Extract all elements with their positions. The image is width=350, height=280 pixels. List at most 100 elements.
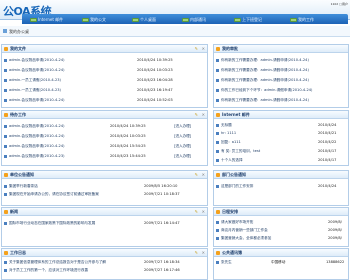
list-item[interactable]: 集团举行新春茶话 2009/8/5 16:20:10 <box>4 183 177 189</box>
bullet-icon <box>216 78 219 82</box>
bullet-icon <box>4 260 7 264</box>
panel-header: 单位公告通知 ✎ ✕ <box>2 171 207 179</box>
panel-schedule: 日程安排 请大家做好市场开拓 2009/8/ 商议月内营销一些部门工作会 2009/… <box>213 207 349 247</box>
home-icon <box>3 29 7 33</box>
list-item[interactable]: 回复：a111 2010/4/22 <box>216 139 336 145</box>
panel-title: 待办工作 <box>10 112 26 117</box>
bullet-icon <box>4 78 7 82</box>
panel-title: 我的文件 <box>10 46 26 51</box>
panel-title: 新闻 <box>10 209 18 214</box>
handle-link[interactable]: [进入办理] <box>174 134 191 139</box>
list-item[interactable]: admin-会议物品申请(2010-4-23) 2010/4/23 15:44:2… <box>4 153 191 159</box>
panel-title: Internet 邮件 <box>222 112 250 117</box>
list-item[interactable]: 你的工作已经到下个环节：admin-请假申请(2010-4-24) <box>216 87 349 93</box>
panel-my-files: 我的文件 ✎ ✕ admin-会议物品申请(2010-4-24) 2010/4/24 … <box>1 44 208 108</box>
nav-personal-desk[interactable]: 个人桌面 <box>132 17 156 22</box>
edit-icon[interactable]: ✎ <box>195 112 198 117</box>
panel-title: 工作日志 <box>10 250 26 255</box>
edit-icon[interactable]: ✎ <box>195 250 198 255</box>
bullet-icon <box>4 58 7 62</box>
list-item[interactable]: admin-会议物品申请(2010-4-24) 2010/4/24 10:52:0… <box>4 97 173 103</box>
list-item[interactable]: admin-会议物品申请(2010-4-24) 2010/4/24 10:39:2… <box>4 57 173 63</box>
breadcrumb: 我的办公桌 <box>9 29 29 34</box>
list-item[interactable]: hr: 1111 2010/4/21 <box>216 130 336 136</box>
list-item[interactable]: 关于集团信息管理体系的工作总结报告对于是否公开参与了解 2009/7/27 16:… <box>4 259 180 265</box>
list-item[interactable]: 你有新的工作需要办理：admin-请假申请(2010-4-24) <box>216 57 349 63</box>
nav-internal-comm[interactable]: 内部通讯 <box>182 17 206 22</box>
main-nav: Internet 邮件 我的公文 个人桌面 内部通讯 上下班登记 我的工作 <box>22 14 348 24</box>
nav-my-work[interactable]: 我的工作 <box>290 17 314 22</box>
bullet-icon <box>4 124 7 128</box>
close-icon[interactable]: ✕ <box>202 209 205 214</box>
panel-icon <box>4 251 8 255</box>
nav-attendance[interactable]: 上下班登记 <box>234 17 262 22</box>
bullet-icon <box>216 149 219 153</box>
bullet-icon <box>4 144 7 148</box>
bullet-icon <box>216 123 219 127</box>
panel-header: 公共通讯簿 <box>214 249 348 257</box>
handle-link[interactable]: [进入办理] <box>174 144 191 149</box>
list-item[interactable]: 集团营销大会，全体都必须参加 2009/8/ <box>216 235 342 241</box>
panel-header: 新闻 ✎ ✕ <box>2 208 207 216</box>
list-item[interactable]: 你有新的工作需要办理：admin-请假申请(2010-4-24) <box>216 77 349 83</box>
handle-link[interactable]: [进入办理] <box>174 154 191 159</box>
panel-title: 公共通讯簿 <box>222 250 242 255</box>
list-item[interactable]: 你有新的工作需要办理：admin-请假申请(2010-4-24) <box>216 67 349 73</box>
handle-link[interactable]: [进入办理] <box>174 124 191 129</box>
bullet-icon <box>216 88 219 92</box>
list-item[interactable]: admin-会议物品申请(2010-4-24) 2010/4/24 10:03:2… <box>4 133 191 139</box>
close-icon[interactable]: ✕ <box>202 250 205 255</box>
panel-my-approvals: 我的审批 你有新的工作需要办理：admin-请假申请(2010-4-24) 你有… <box>213 44 349 108</box>
list-item[interactable]: admin-会议物品申请(2010-4-24) 2010/4/24 15:54:2… <box>4 143 191 149</box>
user-info: 1102 □用户 <box>330 2 348 6</box>
nav-my-documents[interactable]: 我的公文 <box>82 17 106 22</box>
bullet-icon <box>4 192 7 196</box>
panel-icon <box>216 251 220 255</box>
edit-icon[interactable]: ✎ <box>195 46 198 51</box>
bullet-icon <box>4 98 7 102</box>
list-item[interactable]: admin-会议物品申请(2010-4-24) 2010/4/24 10:03:2… <box>4 67 173 73</box>
list-item[interactable]: admin-一员工请假(2010-4-23) 2010/4/23 16:19:47 <box>4 87 173 93</box>
breadcrumb-bar: 我的办公桌 <box>0 26 350 37</box>
nav-internet-mail[interactable]: Internet 邮件 <box>30 17 63 22</box>
panel-internet-mail: Internet 邮件 无标题 2010/4/24 hr: 1111 2010/4/… <box>213 110 349 166</box>
panel-icon <box>4 47 8 51</box>
panel-icon <box>4 173 8 177</box>
close-icon[interactable]: ✕ <box>202 112 205 117</box>
mail-icon <box>30 17 37 22</box>
panel-header: 工作日志 ✎ ✕ <box>2 249 207 257</box>
panel-contacts: 公共通讯簿 张先生 中国移动 13888622 <box>213 248 349 280</box>
list-item[interactable]: admin-会议物品申请(2010-4-24) 2010/4/24 10:39:2… <box>4 123 191 129</box>
top-banner: 公OA系统 1102 □用户 Internet 邮件 我的公文 个人桌面 内部通… <box>0 0 350 24</box>
list-item[interactable]: 这是部门的工作安排 2010/4/24 <box>216 183 336 189</box>
panel-icon <box>4 210 8 214</box>
list-item[interactable]: 十个人的选择 2010/4/17 <box>216 157 336 163</box>
edit-icon[interactable]: ✎ <box>195 172 198 177</box>
panel-dept-notice: 部门公告通知 这是部门的工作安排 2010/4/24 <box>213 170 349 206</box>
bullet-icon <box>216 220 219 224</box>
list-item[interactable]: 张先生 中国移动 13888622 <box>216 259 344 265</box>
panel-header: Internet 邮件 <box>214 111 348 119</box>
panel-header: 部门公告通知 <box>214 171 348 179</box>
panel-icon <box>4 113 8 117</box>
list-item[interactable]: 请大家做好市场开拓 2009/8/ <box>216 219 342 225</box>
close-icon[interactable]: ✕ <box>202 172 205 177</box>
edit-icon[interactable]: ✎ <box>195 209 198 214</box>
list-item[interactable]: 你有新的工作需要办理：admin-请假申请(2010-4-24) <box>216 97 349 103</box>
close-icon[interactable]: ✕ <box>202 46 205 51</box>
bullet-icon <box>216 140 219 144</box>
bullet-icon <box>4 134 7 138</box>
list-item[interactable]: admin-一员工请假(2010-4-23) 2010/4/23 16:04:28 <box>4 77 173 83</box>
list-item[interactable]: 无标题 2010/4/24 <box>216 122 336 128</box>
list-item[interactable]: 对于员工工作的第一个，应该对工作环境进行改善 2009/7/27 16:17:46 <box>4 267 180 273</box>
list-item[interactable]: 集团现在开始申请办公的，请在协议签订前通过审批备案 2009/7/21 10:18… <box>4 191 180 197</box>
list-item[interactable]: 商议月内营销一些部门工作会 2009/8/ <box>216 227 342 233</box>
list-item[interactable]: 国际市场行业动态在国家政策下国际政策的影响与发展 2009/7/21 16:14:… <box>4 220 180 226</box>
list-item[interactable]: 有 奖: 员工的培训，test 2010/4/17 <box>216 148 336 154</box>
bullet-icon <box>216 228 219 232</box>
bullet-icon <box>216 98 219 102</box>
chat-icon <box>182 17 189 22</box>
panel-work-log: 工作日志 ✎ ✕ 关于集团信息管理体系的工作总结报告对于是否公开参与了解 2009/7… <box>1 248 208 280</box>
panel-header: 日程安排 <box>214 208 348 216</box>
bullet-icon <box>216 184 219 188</box>
